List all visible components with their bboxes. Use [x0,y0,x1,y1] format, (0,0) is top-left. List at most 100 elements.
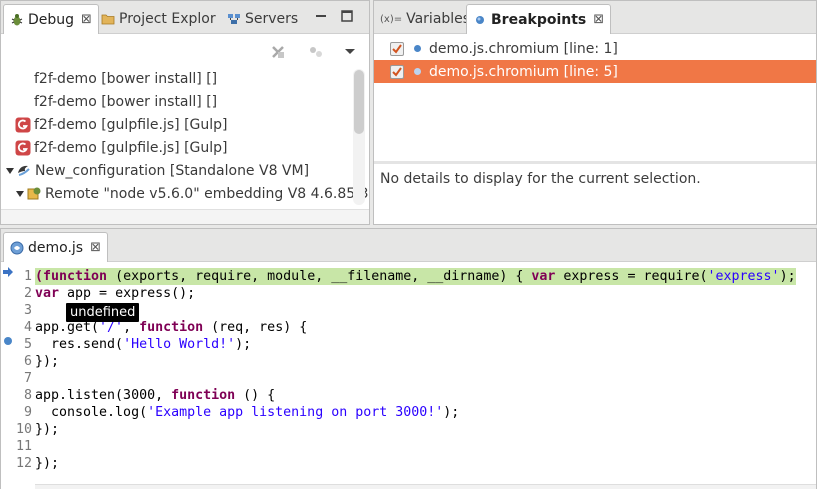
code-line[interactable]: 11 [1,438,816,455]
line-number: 9 [23,405,32,420]
tab-debug[interactable]: Debug ⊠ [3,4,99,34]
code-line[interactable]: 12}); [1,455,816,472]
tree-item[interactable]: f2f-demo [bower install] [] [1,68,217,90]
tab-servers[interactable]: Servers [221,4,304,34]
code-token: app.listen(3000, [35,388,172,403]
code-line[interactable]: 6}); [1,353,816,370]
keyword-token: (function [35,269,108,284]
expand-chevron-down-icon[interactable] [4,165,16,177]
code-area[interactable]: 1 (function (exports, require, module, __… [1,262,816,489]
line-number: 3 [23,303,32,318]
tree-item[interactable]: f2f-demo [gulpfile.js] [Gulp] [1,137,228,159]
code-token: , [123,320,140,335]
details-divider[interactable] [374,161,816,164]
code-line[interactable]: 9 console.log('Example app listening on … [1,404,816,421]
breakpoint-icon [414,68,421,75]
tab-demo-js[interactable]: demo.js ⊠ [3,232,108,262]
string-token: 'Example app listening on port 3000!' [147,405,444,420]
tab-demo-js-label: demo.js [28,239,84,256]
line-number: 1 [23,269,32,284]
editor-tabbar: demo.js ⊠ [1,229,816,262]
code-text: }); [35,455,59,472]
string-token: 'Hello World!' [123,337,236,352]
breakpoint-icon [473,13,487,27]
tree-item-label: f2f-demo [gulpfile.js] [Gulp] [34,117,228,133]
horizontal-scrollbar[interactable] [1,209,369,224]
code-token: ); [779,269,796,284]
breakpoint-item[interactable]: demo.js.chromium [line: 1] [374,37,816,60]
code-token: ); [235,337,252,352]
tab-project-explorer[interactable]: Project Explor [95,4,222,34]
line-number: 4 [23,320,32,335]
keyword-token: var [35,286,60,301]
tab-servers-label: Servers [245,11,299,27]
code-token: (exports, require, module, __filename, _… [107,269,532,284]
close-icon[interactable]: ⊠ [593,12,604,27]
breakpoint-item-selected[interactable]: demo.js.chromium [line: 5] [374,60,816,83]
code-text: console.log('Example app listening on po… [35,404,459,421]
minimize-icon[interactable] [313,8,329,24]
code-text: app.listen(3000, function () { [35,387,275,404]
folder-icon [101,12,115,26]
code-token: res.send( [35,337,124,352]
tree-item[interactable]: Remote "node v5.6.0" embedding V8 4.6.85… [1,183,369,205]
close-icon[interactable]: ⊠ [81,12,92,27]
keyword-token: function [139,320,204,335]
tab-debug-label: Debug [28,11,75,28]
code-line[interactable]: 8 app.listen(3000, function () { [1,387,816,404]
code-token: (req, res) { [203,320,308,335]
keyword-token: var [531,269,556,284]
close-icon[interactable]: ⊠ [90,240,101,255]
code-line[interactable]: 10}); [1,421,816,438]
launch-config-icon [16,163,32,179]
code-line[interactable]: 7 [1,370,816,387]
code-line[interactable]: 5 res.send('Hello World!'); [1,336,816,353]
tree-item[interactable]: f2f-demo [gulpfile.js] [Gulp] [1,114,228,136]
breakpoint-enabled-checkbox[interactable] [390,64,404,79]
code-line[interactable]: 1 (function (exports, require, module, __… [1,268,816,285]
vertical-scrollbar[interactable] [353,69,365,205]
breakpoint-label: demo.js.chromium [line: 1] [429,40,618,57]
code-text: (function (exports, require, module, __f… [35,268,796,285]
servers-icon [227,12,241,26]
breakpoint-label: demo.js.chromium [line: 5] [429,63,618,80]
debug-view-tabbar: Debug ⊠ Project Explor Servers [1,1,369,34]
editor-horizontal-scrollbar[interactable] [35,484,816,489]
tab-variables[interactable]: (x)= Variables [374,4,476,34]
code-token: }); [35,422,60,437]
expand-chevron-down-icon[interactable] [14,188,26,200]
remove-all-terminated-icon[interactable] [269,43,287,61]
code-token: express = require( [555,269,708,284]
keyword-token: function [171,388,236,403]
tree-item[interactable]: f2f-demo [bower install] [] [1,91,217,113]
tree-item[interactable]: New_configuration [Standalone V8 VM] [1,160,309,182]
code-text: res.send('Hello World!'); [35,336,251,353]
breakpoint-enabled-checkbox[interactable] [390,41,404,56]
tab-breakpoints[interactable]: Breakpoints ⊠ [466,4,612,34]
tree-item-label: f2f-demo [bower install] [] [34,71,218,87]
code-text: var app = express(); [35,285,195,302]
view-menu-chevron-down-icon[interactable] [342,44,358,60]
current-line-arrow-icon [2,266,14,278]
tree-item-label: New_configuration [Standalone V8 VM] [35,163,310,179]
tab-breakpoints-label: Breakpoints [491,11,587,28]
tree-item-label: f2f-demo [gulpfile.js] [Gulp] [34,140,228,156]
editor: demo.js ⊠ 1 (function (exports, require, … [0,228,817,489]
line-number: 11 [15,439,32,454]
js-file-icon [10,241,24,255]
gulp-icon [15,140,31,156]
line-number: 8 [23,388,32,403]
string-token: 'express' [707,269,780,284]
line-number: 5 [23,337,32,352]
code-line[interactable]: 2 var app = express(); [1,285,816,302]
line-number: 12 [15,456,32,471]
line-number: 7 [23,371,32,386]
connect-icon[interactable] [307,43,325,61]
details-text: No details to display for the current se… [380,171,701,187]
code-token: }); [35,456,60,471]
scrollbar-thumb[interactable] [354,70,364,134]
gulp-icon [15,117,31,133]
breakpoint-marker-icon [4,337,12,345]
line-number: 6 [23,354,32,369]
maximize-icon[interactable] [339,8,355,24]
